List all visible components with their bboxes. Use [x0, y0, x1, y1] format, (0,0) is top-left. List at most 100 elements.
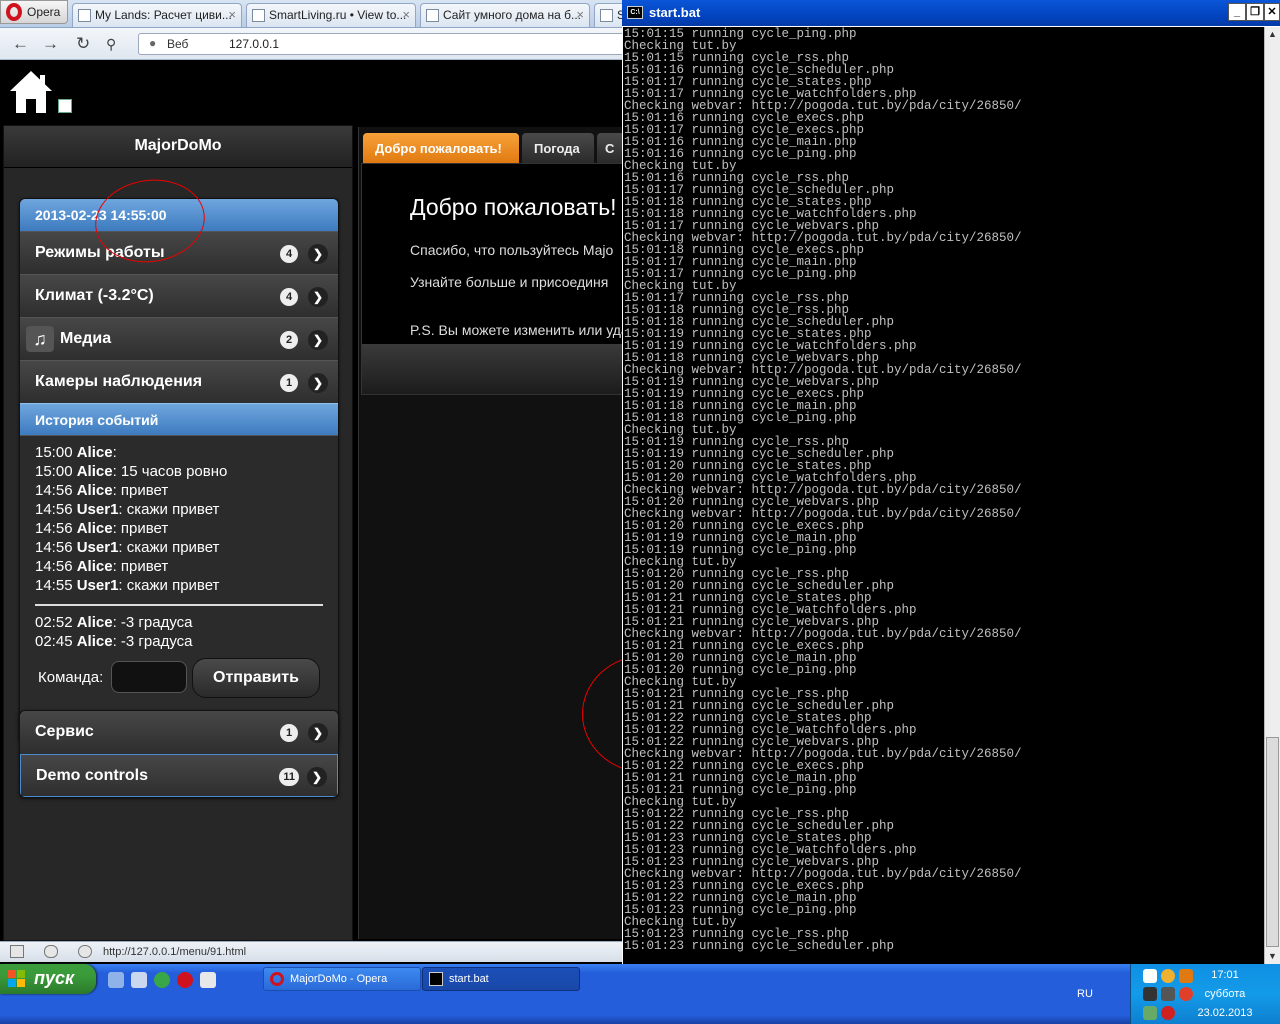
count-badge: 2: [280, 331, 298, 349]
history-entry: 14:55 User1: скажи привет: [35, 577, 338, 596]
history-header: История событий: [20, 403, 338, 435]
console-output[interactable]: 15:01:15 running cycle_ping.phpChecking …: [623, 27, 1264, 964]
opera-menu-label: Opera: [27, 5, 60, 19]
clock-day: суббота: [1190, 988, 1260, 1000]
tab-close-icon[interactable]: ×: [402, 7, 410, 22]
send-button[interactable]: Отправить: [192, 658, 320, 698]
welcome-text: Узнайте больше и присоединя: [410, 274, 608, 290]
language-indicator[interactable]: RU: [1077, 988, 1093, 1000]
excel-icon[interactable]: [58, 99, 72, 113]
opera-logo-icon: [6, 3, 22, 21]
task-console[interactable]: start.bat: [422, 967, 580, 991]
url-field[interactable]: ● Веб 127.0.0.1: [138, 33, 622, 55]
tab-bar: Opera My Lands: Расчет циви... × SmartLi…: [0, 0, 622, 28]
menu-item-demo-controls[interactable]: Demo controls 11 ❯: [20, 754, 338, 797]
app-title: MajorDoMo: [4, 126, 352, 168]
command-input[interactable]: [111, 661, 187, 693]
taskbar: пуск MajorDoMo - Opera start.bat RU 17:0…: [0, 964, 1280, 1024]
music-note-icon: ♫: [26, 326, 54, 352]
chevron-right-icon: ❯: [307, 767, 327, 787]
browser-tab[interactable]: SmartLiving.ru • View to... ×: [246, 3, 416, 27]
scroll-up-icon[interactable]: ▲: [1265, 27, 1280, 42]
history-entry: 14:56 Alice: привет: [35, 520, 338, 539]
maximize-button[interactable]: ❐: [1246, 3, 1264, 21]
task-label: MajorDoMo - Opera: [290, 973, 387, 985]
history-entry: 15:00 Alice:: [35, 444, 338, 463]
clock-date: 23.02.2013: [1190, 1007, 1260, 1019]
count-badge: 1: [280, 724, 298, 742]
console-icon: [429, 972, 443, 986]
status-bar: http://127.0.0.1/menu/91.html: [0, 941, 622, 962]
chevron-right-icon: ❯: [308, 287, 328, 307]
console-title-bar: C:\ start.bat _ ❐ ✕: [622, 0, 1280, 26]
safely-remove-icon[interactable]: [1161, 1006, 1175, 1020]
back-arrow-icon[interactable]: ←: [12, 34, 29, 54]
tab-more[interactable]: С: [597, 133, 622, 163]
clock-time[interactable]: 17:01: [1190, 969, 1260, 981]
menu-item-label: Сервис: [35, 723, 94, 740]
chevron-right-icon: ❯: [308, 244, 328, 264]
tray-app-icon[interactable]: [1143, 987, 1157, 1001]
close-button[interactable]: ✕: [1264, 3, 1280, 21]
opera-menu-button[interactable]: Opera: [0, 0, 68, 24]
task-label: start.bat: [449, 973, 489, 985]
tab-title: SmartLiving.ru • View to...: [269, 8, 406, 22]
task-opera[interactable]: MajorDoMo - Opera: [263, 967, 421, 991]
windows-logo-icon: [8, 970, 26, 988]
key-icon[interactable]: ⚲: [106, 36, 116, 53]
page-viewport: MajorDoMo 2013-02-23 14:55:00 Режимы раб…: [0, 61, 622, 941]
network-icon[interactable]: [1143, 1006, 1157, 1020]
minimize-button[interactable]: _: [1228, 3, 1246, 21]
menu-item-cameras[interactable]: Камеры наблюдения 1 ❯: [20, 360, 338, 403]
opera-icon: [270, 972, 284, 986]
scroll-thumb[interactable]: [1266, 737, 1279, 947]
browser-tab[interactable]: Сайт умного дома на б... ×: [420, 3, 590, 27]
welcome-title: Добро пожаловать!: [410, 194, 617, 221]
tray-app-icon[interactable]: [1161, 969, 1175, 983]
menu-item-climate[interactable]: Климат (-3.2°C) 4 ❯: [20, 274, 338, 317]
history-entry: 02:45 Alice: -3 градуса: [35, 633, 338, 652]
chevron-right-icon: ❯: [308, 373, 328, 393]
menu-item-service[interactable]: Сервис 1 ❯: [20, 711, 338, 754]
console-title: start.bat: [649, 5, 700, 20]
chevron-right-icon: ❯: [308, 330, 328, 350]
menu-item-media[interactable]: ♫ Медиа 2 ❯: [20, 317, 338, 360]
tab-close-icon[interactable]: ×: [576, 7, 584, 22]
home-icon[interactable]: [8, 69, 54, 115]
tab-title: Сайт умного дома на б...: [443, 8, 581, 22]
command-label: Команда:: [38, 669, 103, 686]
console-window: C:\ start.bat _ ❐ ✕ 15:01:15 running cyc…: [622, 0, 1280, 966]
panel-toggle-icon[interactable]: [10, 945, 24, 958]
main-menu-list: 2013-02-23 14:55:00 Режимы работы 4 ❯ Кл…: [19, 198, 339, 743]
menu-item-label: Климат (-3.2°C): [35, 287, 154, 304]
count-badge: 4: [280, 245, 298, 263]
opera-quicklaunch-icon[interactable]: [177, 972, 193, 988]
tab-welcome[interactable]: Добро пожаловать!: [363, 133, 519, 163]
tray-app-icon[interactable]: [1143, 969, 1157, 983]
browser-tab[interactable]: My Lands: Расчет циви... ×: [72, 3, 242, 27]
utorrent-icon[interactable]: [154, 972, 170, 988]
count-badge: 11: [279, 768, 299, 786]
scroll-down-icon[interactable]: ▼: [1265, 949, 1280, 964]
console-scrollbar[interactable]: ▲ ▼: [1264, 27, 1280, 964]
explorer-icon[interactable]: [131, 972, 147, 988]
browser-tab[interactable]: S: [594, 3, 622, 27]
tab-weather[interactable]: Погода: [522, 133, 594, 163]
reload-icon[interactable]: ↻: [76, 34, 90, 54]
datetime-header: 2013-02-23 14:55:00: [20, 199, 338, 231]
show-desktop-icon[interactable]: [108, 972, 124, 988]
window-icon[interactable]: [200, 972, 216, 988]
browser-window: Opera My Lands: Расчет циви... × SmartLi…: [0, 0, 622, 962]
web-search-label: Веб: [167, 37, 188, 51]
welcome-text: P.S. Вы можете изменить или уда: [410, 322, 622, 338]
cloud-icon[interactable]: [44, 945, 58, 958]
history-entry: 14:56 Alice: привет: [35, 558, 338, 577]
menu-panel: MajorDoMo 2013-02-23 14:55:00 Режимы раб…: [3, 125, 353, 941]
history-entry: 02:52 Alice: -3 градуса: [35, 614, 338, 633]
speed-dial-icon[interactable]: [78, 945, 92, 958]
forward-arrow-icon[interactable]: →: [42, 34, 59, 54]
volume-icon[interactable]: [1161, 987, 1175, 1001]
start-button[interactable]: пуск: [0, 964, 96, 994]
menu-item-modes[interactable]: Режимы работы 4 ❯: [20, 231, 338, 274]
tab-close-icon[interactable]: ×: [228, 7, 236, 22]
